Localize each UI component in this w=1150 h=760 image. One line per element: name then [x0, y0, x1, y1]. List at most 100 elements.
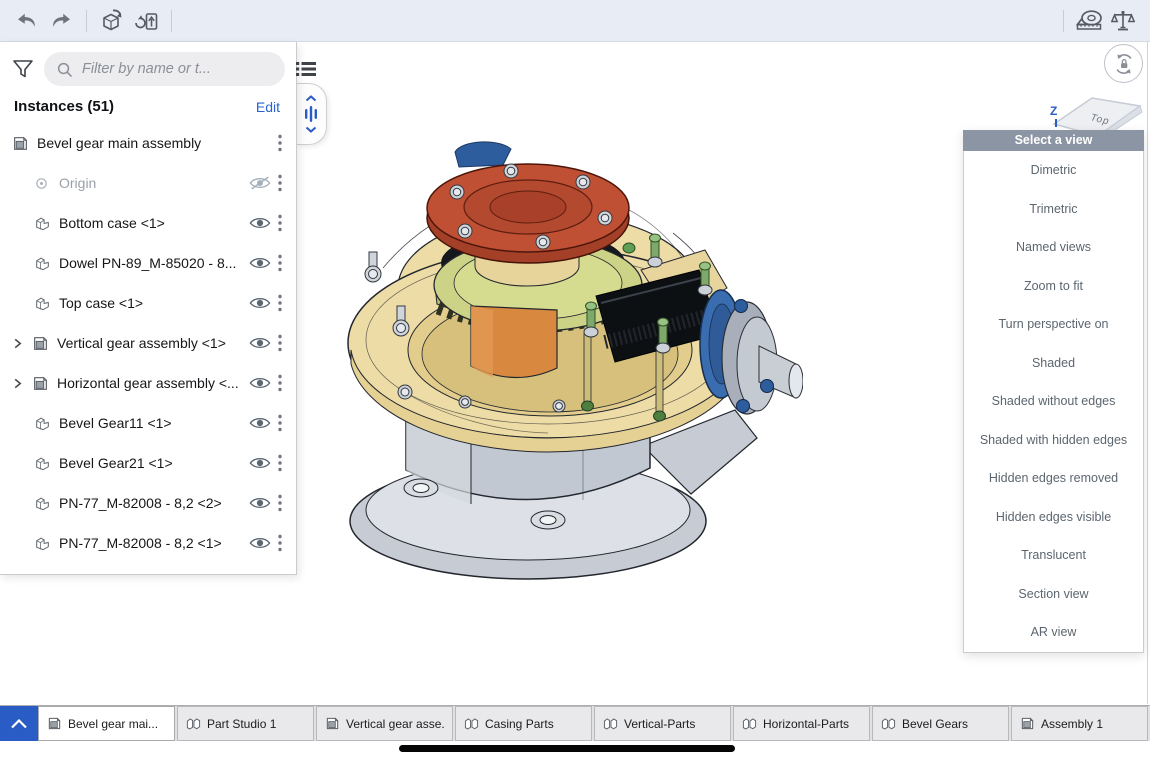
mass-properties-button[interactable]	[1106, 5, 1140, 37]
home-indicator	[399, 745, 735, 752]
axis-z-label: Z	[1050, 104, 1057, 118]
instance-row[interactable]: Vertical gear assembly <1>	[0, 323, 296, 363]
visibility-toggle[interactable]	[246, 256, 274, 270]
instance-label: PN-77_M-82008 - 8,2 <1>	[59, 535, 246, 551]
visibility-toggle[interactable]	[246, 496, 274, 510]
view-menu-item[interactable]: AR view	[964, 613, 1143, 652]
context-menu-button[interactable]	[274, 494, 286, 512]
document-tab[interactable]: Assembly 1	[1011, 706, 1148, 741]
insert-button[interactable]	[95, 5, 129, 37]
view-menu-item[interactable]: Shaded	[964, 344, 1143, 383]
instances-header: Instances (51) Edit	[0, 96, 296, 123]
instance-row[interactable]: Origin	[0, 163, 296, 203]
context-menu-button[interactable]	[274, 174, 286, 192]
lock-rotation-icon	[1112, 52, 1136, 76]
instance-label: Bevel Gear11 <1>	[59, 415, 246, 431]
edit-link[interactable]: Edit	[256, 99, 280, 115]
instance-label: PN-77_M-82008 - 8,2 <2>	[59, 495, 246, 511]
instances-title: Instances (51)	[14, 98, 114, 115]
document-tab[interactable]: Vertical gear asse...	[316, 706, 453, 741]
transform-button[interactable]	[129, 5, 163, 37]
instance-row[interactable]: Top case <1>	[0, 283, 296, 323]
visibility-toggle[interactable]	[246, 336, 274, 350]
mass-properties-icon	[1111, 10, 1135, 32]
context-menu-button[interactable]	[274, 334, 286, 352]
context-menu-button[interactable]	[274, 294, 286, 312]
view-menu-item[interactable]: Named views	[964, 228, 1143, 267]
instance-label: Bevel Gear21 <1>	[59, 455, 246, 471]
item-type-icon	[34, 215, 54, 232]
visibility-toggle[interactable]	[246, 456, 274, 470]
chevron-up-icon	[305, 95, 317, 102]
view-menu-item[interactable]: Shaded without edges	[964, 382, 1143, 421]
document-tab[interactable]: Part Studio 1	[177, 706, 314, 741]
context-menu-button[interactable]	[274, 134, 286, 152]
visibility-toggle[interactable]	[246, 536, 274, 550]
filter-search-box[interactable]	[44, 52, 285, 86]
document-tab[interactable]: Horizontal-Parts	[733, 706, 870, 741]
context-menu-button[interactable]	[274, 534, 286, 552]
tabs-strip: Bevel gear mai... Part Studio 1 Ve	[38, 706, 1150, 741]
instance-row[interactable]: PN-77_M-82008 - 8,2 <1>	[0, 523, 296, 563]
instance-label: Bottom case <1>	[59, 215, 246, 231]
instance-row[interactable]: PN-77_M-82008 - 8,2 <2>	[0, 483, 296, 523]
flange-coupling-part[interactable]	[700, 290, 803, 414]
orange-hub-part[interactable]	[471, 306, 557, 378]
context-menu-button[interactable]	[274, 214, 286, 232]
slider-handle-icon	[304, 105, 318, 123]
list-options-button[interactable]	[295, 55, 317, 83]
visibility-toggle[interactable]	[246, 296, 274, 310]
chevron-up-icon	[10, 719, 28, 729]
visibility-toggle[interactable]	[246, 216, 274, 230]
search-icon	[56, 61, 73, 78]
instance-row[interactable]: Horizontal gear assembly <...	[0, 363, 296, 403]
redo-button[interactable]	[44, 5, 78, 37]
context-menu-button[interactable]	[274, 414, 286, 432]
context-menu-button[interactable]	[274, 374, 286, 392]
filter-input[interactable]	[80, 60, 273, 78]
collapse-tabs-button[interactable]	[0, 706, 38, 741]
panel-resize-handle[interactable]	[296, 83, 327, 145]
insert-icon	[100, 9, 124, 33]
instance-label: Vertical gear assembly <1>	[57, 335, 246, 351]
visibility-toggle[interactable]	[246, 376, 274, 390]
visibility-toggle[interactable]	[246, 416, 274, 430]
item-type-icon	[34, 455, 54, 472]
measure-icon	[1075, 10, 1103, 32]
instance-row[interactable]: Bottom case <1>	[0, 203, 296, 243]
view-menu-item[interactable]: Trimetric	[964, 190, 1143, 229]
document-tab[interactable]: Bevel Gears	[872, 706, 1009, 741]
view-menu-item[interactable]: Translucent	[964, 536, 1143, 575]
filter-button[interactable]	[12, 55, 34, 83]
view-menu-item[interactable]: Zoom to fit	[964, 267, 1143, 306]
expand-chevron-icon[interactable]	[12, 377, 32, 390]
red-flange-cap-part[interactable]	[427, 164, 635, 263]
view-menu-item[interactable]: Dimetric	[964, 151, 1143, 190]
visibility-toggle[interactable]	[246, 176, 274, 190]
document-tab-bar: Bevel gear mai... Part Studio 1 Ve	[0, 705, 1150, 741]
tab-label: Bevel Gears	[902, 717, 968, 731]
expand-chevron-icon[interactable]	[12, 337, 32, 350]
instance-row[interactable]: Bevel gear main assembly	[0, 123, 296, 163]
instance-row[interactable]: Dowel PN-89_M-85020 - 8...	[0, 243, 296, 283]
view-menu-item[interactable]: Turn perspective on	[964, 305, 1143, 344]
context-menu-button[interactable]	[274, 454, 286, 472]
document-tab[interactable]: Vertical-Parts	[594, 706, 731, 741]
context-menu-button[interactable]	[274, 254, 286, 272]
document-tab[interactable]: Casing Parts	[455, 706, 592, 741]
document-tab[interactable]: Bevel gear mai...	[38, 706, 175, 741]
measure-button[interactable]	[1072, 5, 1106, 37]
undo-button[interactable]	[10, 5, 44, 37]
view-menu-item[interactable]: Hidden edges removed	[964, 459, 1143, 498]
instance-row[interactable]: Bevel Gear11 <1>	[0, 403, 296, 443]
instance-label: Top case <1>	[59, 295, 246, 311]
view-menu-item[interactable]: Shaded with hidden edges	[964, 421, 1143, 460]
view-menu-item[interactable]: Hidden edges visible	[964, 498, 1143, 537]
lock-rotation-button[interactable]	[1104, 44, 1143, 83]
top-toolbar	[0, 0, 1150, 42]
view-menu-item[interactable]: Section view	[964, 575, 1143, 614]
item-type-icon	[12, 135, 32, 152]
blue-cap-part[interactable]	[455, 142, 511, 167]
instance-row[interactable]: Bevel Gear21 <1>	[0, 443, 296, 483]
bevel-gear-model-canvas[interactable]	[343, 138, 803, 583]
